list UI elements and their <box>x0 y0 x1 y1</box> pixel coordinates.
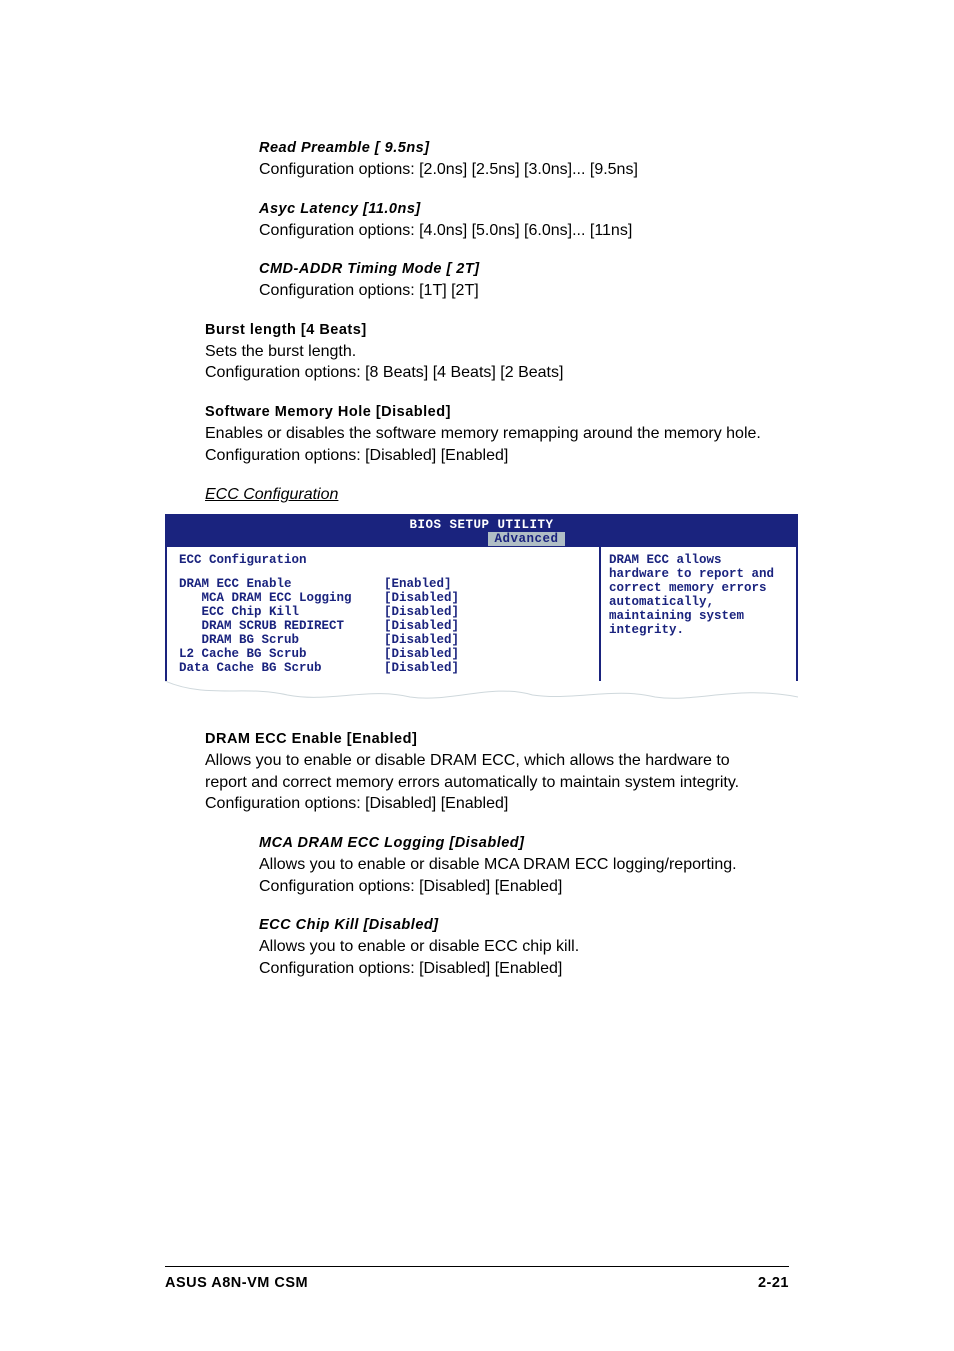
async-latency-title: Asyc Latency [11.0ns] <box>259 201 774 217</box>
footer-right: 2-21 <box>758 1275 789 1291</box>
burst-length-desc2: Configuration options: [8 Beats] [4 Beat… <box>205 362 774 384</box>
mca-dram-ecc-desc: Allows you to enable or disable MCA DRAM… <box>259 854 774 897</box>
ecc-chip-kill-desc2: Configuration options: [Disabled] [Enabl… <box>259 958 774 980</box>
page-footer: ASUS A8N-VM CSM 2-21 <box>165 1266 789 1291</box>
bios-utility-title: BIOS SETUP UTILITY <box>409 518 553 532</box>
bios-setting-value: [Disabled] <box>384 591 459 605</box>
bios-setting-row: ECC Chip Kill[Disabled] <box>179 605 587 619</box>
ecc-chip-kill-desc1: Allows you to enable or disable ECC chip… <box>259 936 774 958</box>
bios-setting-value: [Disabled] <box>384 661 459 675</box>
bios-screenshot: BIOS SETUP UTILITY Advanced ECC Configur… <box>165 514 798 695</box>
bios-help-text: DRAM ECC allows hardware to report and c… <box>601 547 796 693</box>
mca-dram-ecc-title: MCA DRAM ECC Logging [Disabled] <box>259 835 774 851</box>
dram-ecc-enable-desc: Allows you to enable or disable DRAM ECC… <box>205 750 774 815</box>
cmd-addr-title: CMD-ADDR Timing Mode [ 2T] <box>259 261 774 277</box>
bios-setting-label: DRAM ECC Enable <box>179 577 384 591</box>
torn-edge-decoration <box>165 681 798 705</box>
bios-setting-label: ECC Chip Kill <box>179 605 384 619</box>
bios-setting-label: DRAM BG Scrub <box>179 633 384 647</box>
bios-panel-title: ECC Configuration <box>179 553 587 567</box>
ecc-config-heading: ECC Configuration <box>205 486 774 504</box>
async-latency-desc: Configuration options: [4.0ns] [5.0ns] [… <box>259 220 774 242</box>
burst-length-desc1: Sets the burst length. <box>205 341 774 363</box>
cmd-addr-desc: Configuration options: [1T] [2T] <box>259 280 774 302</box>
bios-setting-row: L2 Cache BG Scrub[Disabled] <box>179 647 587 661</box>
software-memory-hole-desc: Enables or disables the software memory … <box>205 423 774 466</box>
bios-setting-label: L2 Cache BG Scrub <box>179 647 384 661</box>
ecc-chip-kill-title: ECC Chip Kill [Disabled] <box>259 917 774 933</box>
bios-setting-label: MCA DRAM ECC Logging <box>179 591 384 605</box>
bios-setting-value: [Disabled] <box>384 647 459 661</box>
read-preamble-desc: Configuration options: [2.0ns] [2.5ns] [… <box>259 159 774 181</box>
bios-setting-value: [Enabled] <box>384 577 452 591</box>
software-memory-hole-title: Software Memory Hole [Disabled] <box>205 404 774 420</box>
bios-setting-row: DRAM SCRUB REDIRECT[Disabled] <box>179 619 587 633</box>
footer-left: ASUS A8N-VM CSM <box>165 1275 308 1291</box>
dram-ecc-enable-title: DRAM ECC Enable [Enabled] <box>205 731 774 747</box>
bios-setting-value: [Disabled] <box>384 633 459 647</box>
bios-setting-label: Data Cache BG Scrub <box>179 661 384 675</box>
bios-setting-value: [Disabled] <box>384 619 459 633</box>
bios-setting-row: DRAM BG Scrub[Disabled] <box>179 633 587 647</box>
bios-setting-value: [Disabled] <box>384 605 459 619</box>
bios-setting-label: DRAM SCRUB REDIRECT <box>179 619 384 633</box>
bios-setting-row: DRAM ECC Enable[Enabled] <box>179 577 587 591</box>
read-preamble-title: Read Preamble [ 9.5ns] <box>259 140 774 156</box>
burst-length-title: Burst length [4 Beats] <box>205 322 774 338</box>
bios-setting-row: MCA DRAM ECC Logging[Disabled] <box>179 591 587 605</box>
bios-tab-advanced: Advanced <box>488 532 564 546</box>
bios-setting-row: Data Cache BG Scrub[Disabled] <box>179 661 587 675</box>
